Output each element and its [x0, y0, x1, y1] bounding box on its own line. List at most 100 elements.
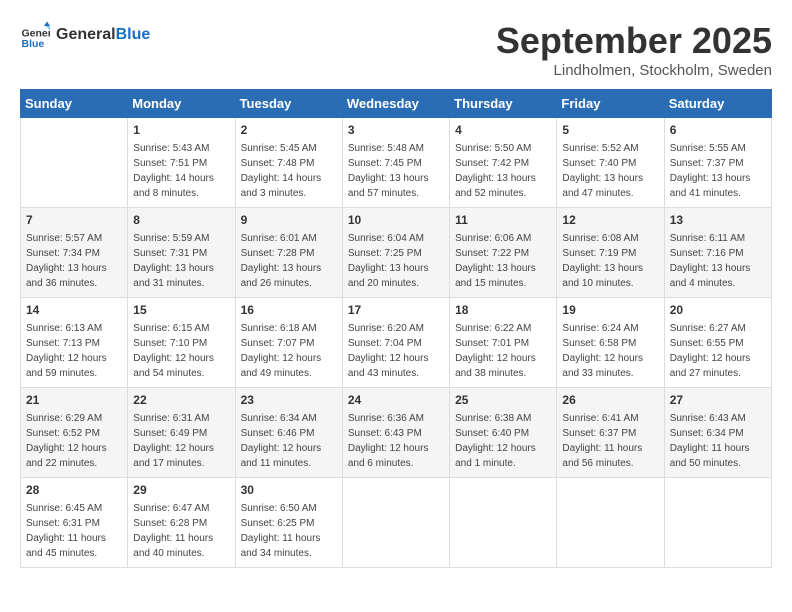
day-info: Sunrise: 5:45 AM Sunset: 7:48 PM Dayligh…: [241, 141, 337, 201]
calendar-cell: 26 Sunrise: 6:41 AM Sunset: 6:37 PM Dayli…: [557, 388, 664, 478]
location: Lindholmen, Stockholm, Sweden: [496, 62, 772, 79]
day-number: 21: [26, 392, 122, 409]
day-number: 15: [133, 302, 229, 319]
calendar-cell: [342, 478, 449, 568]
day-number: 7: [26, 212, 122, 229]
calendar-cell: 5 Sunrise: 5:52 AM Sunset: 7:40 PM Daylig…: [557, 118, 664, 208]
calendar-week-4: 21Sunrise: 6:29 AM Sunset: 6:52 PM Dayli…: [21, 388, 772, 478]
day-number: 9: [241, 212, 337, 229]
logo-icon: General Blue: [20, 20, 50, 50]
day-info: Sunrise: 6:11 AM Sunset: 7:16 PM Dayligh…: [670, 231, 766, 291]
calendar-cell: 21Sunrise: 6:29 AM Sunset: 6:52 PM Dayli…: [21, 388, 128, 478]
day-number: 27: [670, 392, 766, 409]
header-thursday: Thursday: [450, 90, 557, 118]
day-info: Sunrise: 5:52 AM Sunset: 7:40 PM Dayligh…: [562, 141, 658, 201]
header-sunday: Sunday: [21, 90, 128, 118]
calendar-cell: 6Sunrise: 5:55 AM Sunset: 7:37 PM Daylig…: [664, 118, 771, 208]
logo: General Blue GeneralBlue: [20, 20, 150, 50]
day-info: Sunrise: 6:43 AM Sunset: 6:34 PM Dayligh…: [670, 411, 766, 471]
day-number: 5: [562, 122, 658, 139]
day-number: 25: [455, 392, 551, 409]
day-number: 20: [670, 302, 766, 319]
calendar-cell: 13 Sunrise: 6:11 AM Sunset: 7:16 PM Dayli…: [664, 208, 771, 298]
day-info: Sunrise: 6:45 AM Sunset: 6:31 PM Dayligh…: [26, 501, 122, 561]
header-friday: Friday: [557, 90, 664, 118]
month-title: September 2025: [496, 20, 772, 62]
day-info: Sunrise: 5:59 AM Sunset: 7:31 PM Dayligh…: [133, 231, 229, 291]
calendar-cell: 25 Sunrise: 6:38 AM Sunset: 6:40 PM Dayli…: [450, 388, 557, 478]
day-info: Sunrise: 5:57 AM Sunset: 7:34 PM Dayligh…: [26, 231, 122, 291]
day-number: 28: [26, 482, 122, 499]
day-number: 18: [455, 302, 551, 319]
calendar-cell: 4Sunrise: 5:50 AM Sunset: 7:42 PM Daylig…: [450, 118, 557, 208]
header-wednesday: Wednesday: [342, 90, 449, 118]
day-info: Sunrise: 6:27 AM Sunset: 6:55 PM Dayligh…: [670, 321, 766, 381]
day-number: 3: [348, 122, 444, 139]
calendar-cell: 7 Sunrise: 5:57 AM Sunset: 7:34 PM Daylig…: [21, 208, 128, 298]
day-number: 1: [133, 122, 229, 139]
calendar-cell: 9 Sunrise: 6:01 AM Sunset: 7:28 PM Daylig…: [235, 208, 342, 298]
day-number: 4: [455, 122, 551, 139]
calendar-cell: 22 Sunrise: 6:31 AM Sunset: 6:49 PM Dayli…: [128, 388, 235, 478]
day-info: Sunrise: 6:50 AM Sunset: 6:25 PM Dayligh…: [241, 501, 337, 561]
calendar-header-row: SundayMondayTuesdayWednesdayThursdayFrid…: [21, 90, 772, 118]
day-number: 13: [670, 212, 766, 229]
day-info: Sunrise: 6:31 AM Sunset: 6:49 PM Dayligh…: [133, 411, 229, 471]
day-number: 22: [133, 392, 229, 409]
day-info: Sunrise: 6:22 AM Sunset: 7:01 PM Dayligh…: [455, 321, 551, 381]
day-info: Sunrise: 5:55 AM Sunset: 7:37 PM Dayligh…: [670, 141, 766, 201]
calendar-cell: 23 Sunrise: 6:34 AM Sunset: 6:46 PM Dayli…: [235, 388, 342, 478]
day-info: Sunrise: 6:47 AM Sunset: 6:28 PM Dayligh…: [133, 501, 229, 561]
day-info: Sunrise: 6:41 AM Sunset: 6:37 PM Dayligh…: [562, 411, 658, 471]
day-info: Sunrise: 6:01 AM Sunset: 7:28 PM Dayligh…: [241, 231, 337, 291]
calendar-cell: 29 Sunrise: 6:47 AM Sunset: 6:28 PM Dayli…: [128, 478, 235, 568]
day-number: 29: [133, 482, 229, 499]
day-number: 2: [241, 122, 337, 139]
calendar-cell: 3 Sunrise: 5:48 AM Sunset: 7:45 PM Daylig…: [342, 118, 449, 208]
day-number: 14: [26, 302, 122, 319]
day-info: Sunrise: 6:13 AM Sunset: 7:13 PM Dayligh…: [26, 321, 122, 381]
day-number: 24: [348, 392, 444, 409]
day-number: 17: [348, 302, 444, 319]
calendar-cell: 11Sunrise: 6:06 AM Sunset: 7:22 PM Dayli…: [450, 208, 557, 298]
calendar-cell: 12 Sunrise: 6:08 AM Sunset: 7:19 PM Dayli…: [557, 208, 664, 298]
day-info: Sunrise: 6:15 AM Sunset: 7:10 PM Dayligh…: [133, 321, 229, 381]
day-number: 12: [562, 212, 658, 229]
calendar-cell: 20 Sunrise: 6:27 AM Sunset: 6:55 PM Dayli…: [664, 298, 771, 388]
header-tuesday: Tuesday: [235, 90, 342, 118]
day-number: 23: [241, 392, 337, 409]
day-info: Sunrise: 6:38 AM Sunset: 6:40 PM Dayligh…: [455, 411, 551, 471]
day-info: Sunrise: 6:18 AM Sunset: 7:07 PM Dayligh…: [241, 321, 337, 381]
calendar-cell: 1 Sunrise: 5:43 AM Sunset: 7:51 PM Daylig…: [128, 118, 235, 208]
day-number: 19: [562, 302, 658, 319]
header-saturday: Saturday: [664, 90, 771, 118]
day-info: Sunrise: 5:43 AM Sunset: 7:51 PM Dayligh…: [133, 141, 229, 201]
day-info: Sunrise: 6:34 AM Sunset: 6:46 PM Dayligh…: [241, 411, 337, 471]
day-info: Sunrise: 5:48 AM Sunset: 7:45 PM Dayligh…: [348, 141, 444, 201]
page-header: General Blue GeneralBlue September 2025 …: [20, 20, 772, 79]
calendar-week-2: 7 Sunrise: 5:57 AM Sunset: 7:34 PM Daylig…: [21, 208, 772, 298]
day-number: 8: [133, 212, 229, 229]
header-monday: Monday: [128, 90, 235, 118]
day-info: Sunrise: 6:20 AM Sunset: 7:04 PM Dayligh…: [348, 321, 444, 381]
day-info: Sunrise: 6:06 AM Sunset: 7:22 PM Dayligh…: [455, 231, 551, 291]
calendar-cell: 30Sunrise: 6:50 AM Sunset: 6:25 PM Dayli…: [235, 478, 342, 568]
calendar-cell: 27 Sunrise: 6:43 AM Sunset: 6:34 PM Dayli…: [664, 388, 771, 478]
day-number: 16: [241, 302, 337, 319]
calendar-cell: [664, 478, 771, 568]
calendar-week-3: 14 Sunrise: 6:13 AM Sunset: 7:13 PM Dayli…: [21, 298, 772, 388]
calendar-week-1: 1 Sunrise: 5:43 AM Sunset: 7:51 PM Daylig…: [21, 118, 772, 208]
calendar-cell: 16 Sunrise: 6:18 AM Sunset: 7:07 PM Dayli…: [235, 298, 342, 388]
calendar-cell: 10Sunrise: 6:04 AM Sunset: 7:25 PM Dayli…: [342, 208, 449, 298]
calendar-table: SundayMondayTuesdayWednesdayThursdayFrid…: [20, 89, 772, 568]
day-info: Sunrise: 6:24 AM Sunset: 6:58 PM Dayligh…: [562, 321, 658, 381]
logo-text: GeneralBlue: [56, 26, 150, 44]
calendar-cell: 15 Sunrise: 6:15 AM Sunset: 7:10 PM Dayli…: [128, 298, 235, 388]
day-info: Sunrise: 6:08 AM Sunset: 7:19 PM Dayligh…: [562, 231, 658, 291]
day-number: 10: [348, 212, 444, 229]
svg-text:Blue: Blue: [22, 38, 45, 50]
calendar-cell: 28 Sunrise: 6:45 AM Sunset: 6:31 PM Dayli…: [21, 478, 128, 568]
calendar-cell: 18 Sunrise: 6:22 AM Sunset: 7:01 PM Dayli…: [450, 298, 557, 388]
day-number: 26: [562, 392, 658, 409]
title-block: September 2025 Lindholmen, Stockholm, Sw…: [496, 20, 772, 79]
